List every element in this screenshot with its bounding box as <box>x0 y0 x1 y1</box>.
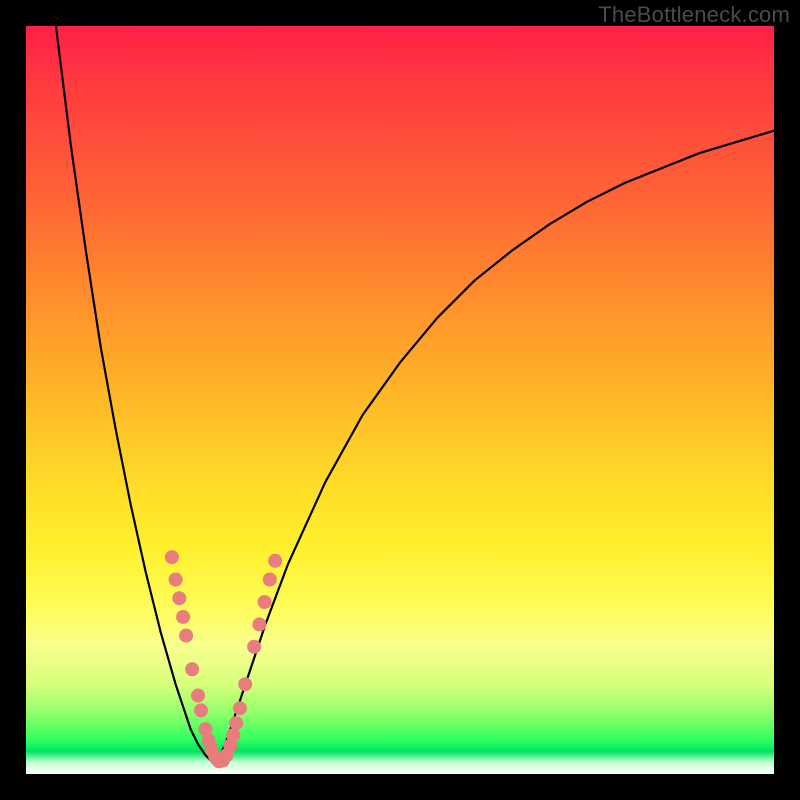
curve-left-branch <box>56 26 213 763</box>
data-point <box>191 689 205 703</box>
data-point <box>238 677 252 691</box>
data-point <box>169 573 183 587</box>
plot-area <box>26 26 774 774</box>
data-point <box>258 595 272 609</box>
marker-group <box>165 550 282 768</box>
data-point <box>229 716 243 730</box>
outer-frame: TheBottleneck.com <box>0 0 800 800</box>
data-point <box>179 629 193 643</box>
data-point <box>226 728 240 742</box>
watermark-text: TheBottleneck.com <box>598 2 790 28</box>
data-point <box>263 573 277 587</box>
data-point <box>233 701 247 715</box>
curve-group <box>56 26 774 763</box>
data-point <box>172 591 186 605</box>
data-point <box>252 617 266 631</box>
data-point <box>185 662 199 676</box>
curve-right-branch <box>213 131 774 763</box>
data-point <box>176 610 190 624</box>
data-point <box>247 640 261 654</box>
data-point <box>165 550 179 564</box>
data-point <box>194 703 208 717</box>
data-point <box>268 554 282 568</box>
chart-svg <box>26 26 774 774</box>
